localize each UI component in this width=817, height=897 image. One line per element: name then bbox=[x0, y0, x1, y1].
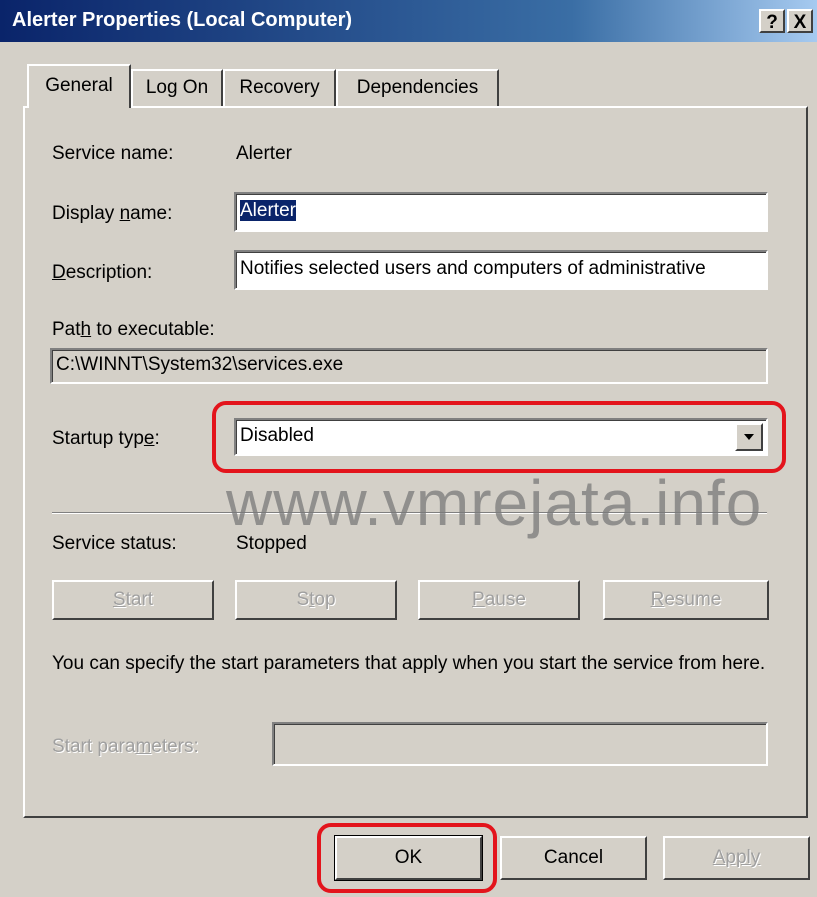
service-name-value: Alerter bbox=[236, 143, 292, 164]
tab-general[interactable]: General bbox=[27, 64, 131, 108]
startup-type-value: Disabled bbox=[240, 425, 314, 446]
path-field: C:\WINNT\System32\services.exe bbox=[50, 348, 768, 384]
description-label: Description: bbox=[52, 262, 153, 283]
apply-button[interactable]: Apply bbox=[663, 836, 810, 880]
tab-dependencies[interactable]: Dependencies bbox=[336, 69, 499, 106]
tab-recovery[interactable]: Recovery bbox=[223, 69, 336, 106]
pause-button[interactable]: Pause bbox=[418, 580, 580, 620]
title-bar[interactable]: Alerter Properties (Local Computer) ? X bbox=[0, 0, 817, 42]
display-name-field[interactable]: Alerter bbox=[234, 192, 768, 232]
help-button[interactable]: ? bbox=[759, 9, 785, 33]
ok-button[interactable]: OK bbox=[334, 835, 483, 881]
start-button[interactable]: Start bbox=[52, 580, 214, 620]
startup-type-select[interactable]: Disabled bbox=[234, 418, 768, 456]
stop-button[interactable]: Stop bbox=[235, 580, 397, 620]
description-field[interactable]: Notifies selected users and computers of… bbox=[234, 250, 768, 290]
tab-log-on[interactable]: Log On bbox=[131, 69, 223, 106]
cancel-button[interactable]: Cancel bbox=[500, 836, 647, 880]
watermark: www.vmrejata.info bbox=[226, 467, 763, 539]
service-status-label: Service status: bbox=[52, 533, 177, 554]
info-text: You can specify the start parameters tha… bbox=[52, 653, 766, 674]
display-name-label: Display name: bbox=[52, 203, 173, 224]
window-title: Alerter Properties (Local Computer) bbox=[12, 9, 353, 31]
start-parameters-label: Start parameters: bbox=[52, 736, 199, 757]
start-parameters-field[interactable] bbox=[272, 722, 768, 766]
resume-button[interactable]: Resume bbox=[603, 580, 769, 620]
dropdown-button[interactable] bbox=[735, 423, 763, 451]
path-label: Path to executable: bbox=[52, 319, 215, 340]
display-name-selected-text: Alerter bbox=[240, 200, 296, 221]
startup-type-label: Startup type: bbox=[52, 428, 160, 449]
chevron-down-icon bbox=[744, 434, 754, 440]
service-name-label: Service name: bbox=[52, 143, 174, 164]
close-button[interactable]: X bbox=[787, 9, 813, 33]
